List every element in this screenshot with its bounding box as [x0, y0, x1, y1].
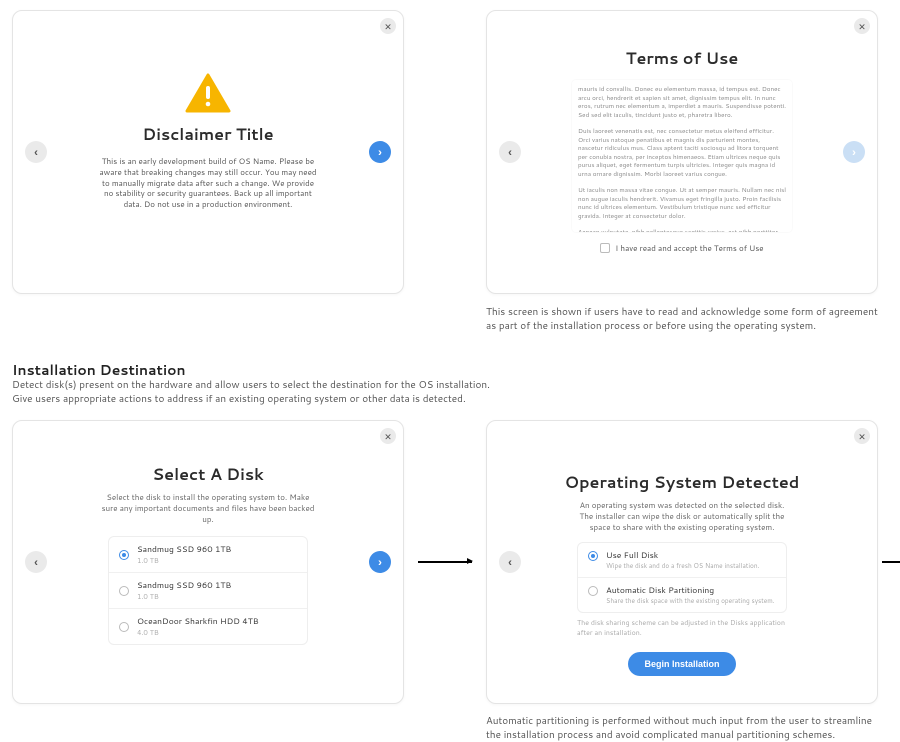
option-desc: Share the disk space with the existing o… — [606, 597, 775, 606]
disclaimer-title: Disclaimer Title — [142, 123, 273, 146]
back-button[interactable]: ‹ — [25, 551, 47, 573]
radio-icon[interactable] — [119, 586, 129, 596]
select-disk-card: ✕ ‹ › Select A Disk Select the disk to i… — [12, 420, 404, 704]
disk-name: Sandmug SSD 960 1TB — [137, 579, 231, 591]
disclaimer-card: ✕ ‹ › Disclaimer Title This is an early … — [12, 10, 404, 294]
radio-icon[interactable] — [588, 586, 598, 596]
terms-para: mauris id convallis. Donec eu elementum … — [578, 86, 786, 120]
terms-para: Ut iaculis non massa vitae congue. Ut at… — [578, 187, 786, 221]
back-button[interactable]: ‹ — [499, 551, 521, 573]
close-icon[interactable]: ✕ — [854, 18, 870, 34]
disk-size: 1.0 TB — [137, 592, 231, 602]
terms-title: Terms of Use — [626, 47, 739, 70]
radio-icon[interactable] — [119, 550, 129, 560]
option-desc: Wipe the disk and do a fresh OS Name ins… — [606, 562, 759, 571]
close-icon[interactable]: ✕ — [380, 18, 396, 34]
disk-list: Sandmug SSD 960 1TB1.0 TBSandmug SSD 960… — [108, 536, 308, 645]
next-button[interactable]: › — [369, 551, 391, 573]
terms-para: Aenean vulputate, nibh pellentesque sagi… — [578, 229, 786, 232]
radio-icon[interactable] — [588, 551, 598, 561]
terms-caption: This screen is shown if users have to re… — [486, 305, 878, 333]
disk-size: 1.0 TB — [137, 556, 231, 566]
back-button[interactable]: ‹ — [499, 141, 521, 163]
flow-arrow-icon — [418, 561, 472, 563]
option-name: Automatic Disk Partitioning — [606, 584, 775, 596]
flow-arrow-icon — [882, 561, 900, 563]
partition-hint: The disk sharing scheme can be adjusted … — [577, 619, 787, 638]
begin-installation-button[interactable]: Begin Installation — [628, 652, 735, 676]
section-title: Installation Destination — [12, 360, 186, 380]
disk-option[interactable]: Sandmug SSD 960 1TB1.0 TB — [109, 573, 307, 609]
warning-icon — [185, 73, 231, 113]
section-desc: Detect disk(s) present on the hardware a… — [12, 378, 512, 406]
option-name: Use Full Disk — [606, 549, 759, 561]
os-detected-card: ✕ ‹ Operating System Detected An operati… — [486, 420, 878, 704]
os-detected-caption: Automatic partitioning is performed with… — [486, 714, 878, 742]
next-button[interactable]: › — [369, 141, 391, 163]
partition-option-list: Use Full DiskWipe the disk and do a fres… — [577, 542, 787, 613]
radio-icon[interactable] — [119, 622, 129, 632]
terms-card: ✕ ‹ › Terms of Use mauris id convallis. … — [486, 10, 878, 294]
select-disk-subtitle: Select the disk to install the operating… — [98, 492, 318, 524]
next-button-disabled: › — [843, 141, 865, 163]
disclaimer-body: This is an early development build of OS… — [98, 156, 318, 210]
disk-option[interactable]: Sandmug SSD 960 1TB1.0 TB — [109, 537, 307, 573]
back-button[interactable]: ‹ — [25, 141, 47, 163]
disk-option[interactable]: OceanDoor Sharkfin HDD 4TB4.0 TB — [109, 609, 307, 644]
disk-name: Sandmug SSD 960 1TB — [137, 543, 231, 555]
close-icon[interactable]: ✕ — [854, 428, 870, 444]
accept-terms-label: I have read and accept the Terms of Use — [615, 242, 763, 254]
terms-para: Duis laoreet venenatis est, nec consecte… — [578, 128, 786, 179]
os-detected-subtitle: An operating system was detected on the … — [572, 500, 792, 532]
os-detected-title: Operating System Detected — [565, 471, 800, 494]
checkbox-icon[interactable] — [600, 243, 610, 253]
partition-option[interactable]: Automatic Disk PartitioningShare the dis… — [578, 578, 786, 612]
select-disk-title: Select A Disk — [152, 463, 263, 486]
accept-terms-checkbox-row[interactable]: I have read and accept the Terms of Use — [600, 242, 763, 254]
close-icon[interactable]: ✕ — [380, 428, 396, 444]
partition-option[interactable]: Use Full DiskWipe the disk and do a fres… — [578, 543, 786, 578]
disk-size: 4.0 TB — [137, 628, 259, 638]
disk-name: OceanDoor Sharkfin HDD 4TB — [137, 615, 259, 627]
terms-text-scroll[interactable]: mauris id convallis. Donec eu elementum … — [572, 80, 792, 232]
